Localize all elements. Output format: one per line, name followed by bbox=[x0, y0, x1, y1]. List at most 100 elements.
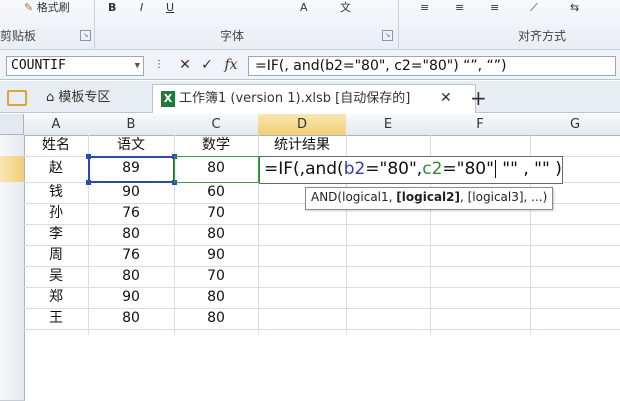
edit-text-part: "" , "" ) bbox=[496, 159, 562, 179]
bold-button[interactable]: B bbox=[108, 0, 116, 16]
underline-button[interactable]: U bbox=[166, 0, 174, 16]
edit-text-part: =IF(,and( bbox=[264, 159, 344, 179]
row-header[interactable] bbox=[0, 156, 25, 183]
column-header-d[interactable]: D bbox=[258, 114, 347, 136]
align-middle-button[interactable]: ≡ bbox=[455, 0, 464, 16]
edit-text-part: ="80", bbox=[365, 159, 423, 179]
name-box-value: COUNTIF bbox=[11, 58, 66, 73]
tooltip-current-arg: [logical2] bbox=[396, 190, 460, 204]
enter-icon[interactable]: ✓ bbox=[198, 55, 216, 75]
alignment-group-label: 对齐方式 bbox=[518, 29, 567, 43]
formula-input[interactable]: =IF(, and(b2="80", c2="80") “”, “”) bbox=[248, 56, 616, 76]
tab-workbook-label: 工作簿1 (version 1).xlsb [自动保存的] bbox=[179, 91, 411, 106]
font-group-label: 字体 bbox=[220, 29, 245, 43]
chevron-down-icon[interactable]: ▼ bbox=[135, 57, 140, 75]
column-header-e[interactable]: E bbox=[346, 114, 431, 136]
row-header[interactable] bbox=[0, 266, 25, 288]
insert-function-icon[interactable]: fx bbox=[220, 55, 242, 75]
column-header-a[interactable]: A bbox=[24, 114, 89, 136]
cell-c3[interactable]: 60 bbox=[174, 182, 258, 203]
format-painter-label: 格式刷 bbox=[36, 1, 70, 14]
cell-b4[interactable]: 76 bbox=[88, 203, 174, 224]
close-tab-icon[interactable]: ✕ bbox=[440, 84, 456, 112]
function-tooltip[interactable]: AND(logical1, [logical2], [logical3], ..… bbox=[305, 187, 554, 210]
resize-handle[interactable] bbox=[86, 180, 91, 185]
ribbon: ✎ 格式刷 B I U A 文 ≡ ≡ ≡ ⟋ ⇆ 剪贴板 ↘ 字体 ↘ 对齐方… bbox=[0, 0, 620, 50]
cell-b9[interactable]: 80 bbox=[88, 308, 174, 329]
cell-a1[interactable]: 姓名 bbox=[24, 135, 88, 156]
tooltip-rest: , [logical3], ...) bbox=[460, 190, 548, 204]
row-header[interactable] bbox=[0, 135, 25, 157]
cell-a2[interactable]: 赵 bbox=[24, 158, 88, 179]
align-top-button[interactable]: ≡ bbox=[420, 0, 429, 16]
document-tab-bar: ⌂ 模板专区 X 工作簿1 (version 1).xlsb [自动保存的] ✕ … bbox=[0, 81, 620, 113]
tab-workbook[interactable]: X 工作簿1 (version 1).xlsb [自动保存的] bbox=[152, 84, 476, 113]
row-header[interactable] bbox=[0, 245, 25, 267]
row-header[interactable] bbox=[0, 308, 25, 330]
cell-a3[interactable]: 钱 bbox=[24, 182, 88, 203]
font-launcher-icon[interactable]: ↘ bbox=[382, 30, 393, 41]
row-header[interactable] bbox=[0, 224, 25, 246]
cell-c8[interactable]: 80 bbox=[174, 287, 258, 308]
row-header[interactable] bbox=[0, 203, 25, 225]
cell-d2-editor[interactable]: =IF(,and(b2="80",c2="80" "" , "" ) bbox=[259, 156, 563, 184]
cell-b6[interactable]: 76 bbox=[88, 245, 174, 266]
cell-c1[interactable]: 数学 bbox=[174, 135, 258, 156]
text-caret bbox=[494, 160, 496, 178]
cell-a5[interactable]: 李 bbox=[24, 224, 88, 245]
clipboard-launcher-icon[interactable]: ↘ bbox=[80, 30, 91, 41]
resize-handle[interactable] bbox=[86, 154, 91, 159]
tab-template-zone[interactable]: ⌂ 模板专区 bbox=[38, 84, 158, 112]
cell-c5[interactable]: 80 bbox=[174, 224, 258, 245]
tab-template-label: 模板专区 bbox=[58, 90, 111, 105]
clipboard-group-label: 剪贴板 bbox=[0, 29, 37, 43]
select-all-corner[interactable] bbox=[0, 114, 24, 135]
brush-icon: ✎ bbox=[24, 1, 34, 14]
tooltip-fn: AND(logical1, bbox=[311, 190, 397, 204]
home-icon: ⌂ bbox=[46, 90, 55, 105]
cell-b1[interactable]: 语文 bbox=[88, 135, 174, 156]
cell-b7[interactable]: 80 bbox=[88, 266, 174, 287]
phonetic-button[interactable]: 文 bbox=[340, 0, 351, 16]
edit-ref-c2: c2 bbox=[422, 159, 443, 179]
edit-ref-b2: b2 bbox=[343, 159, 366, 179]
cell-a9[interactable]: 王 bbox=[24, 308, 88, 329]
gridline bbox=[24, 329, 620, 330]
cell-b5[interactable]: 80 bbox=[88, 224, 174, 245]
excel-file-icon: X bbox=[161, 90, 175, 107]
ribbon-separator bbox=[94, 0, 95, 50]
cell-c6[interactable]: 90 bbox=[174, 245, 258, 266]
italic-button[interactable]: I bbox=[140, 0, 143, 16]
edit-text-part: ="80" bbox=[442, 159, 494, 179]
cell-a8[interactable]: 郑 bbox=[24, 287, 88, 308]
b2-reference-highlight bbox=[88, 156, 175, 183]
cell-c4[interactable]: 70 bbox=[174, 203, 258, 224]
wrap-text-button[interactable]: ⇆ bbox=[570, 0, 579, 16]
cell-a4[interactable]: 孙 bbox=[24, 203, 88, 224]
font-color-button[interactable]: A bbox=[300, 0, 308, 16]
cell-c7[interactable]: 70 bbox=[174, 266, 258, 287]
cell-d1[interactable]: 统计结果 bbox=[258, 135, 346, 156]
row-header[interactable] bbox=[0, 287, 25, 309]
column-header-c[interactable]: C bbox=[174, 114, 259, 136]
cell-b3[interactable]: 90 bbox=[88, 182, 174, 203]
name-box[interactable]: COUNTIF ▼ bbox=[6, 56, 144, 76]
ribbon-separator bbox=[398, 0, 399, 50]
cell-c9[interactable]: 80 bbox=[174, 308, 258, 329]
orientation-button[interactable]: ⟋ bbox=[530, 0, 538, 16]
cancel-icon[interactable]: ✕ bbox=[176, 55, 194, 75]
cell-b8[interactable]: 90 bbox=[88, 287, 174, 308]
row-header[interactable] bbox=[0, 182, 25, 204]
cell-a6[interactable]: 周 bbox=[24, 245, 88, 266]
format-painter-button[interactable]: ✎ 格式刷 bbox=[24, 0, 70, 16]
align-bottom-button[interactable]: ≡ bbox=[490, 0, 499, 16]
formula-bar: COUNTIF ▼ ⋮ ✕ ✓ fx =IF(, and(b2="80", c2… bbox=[0, 50, 620, 80]
add-tab-icon[interactable]: + bbox=[470, 84, 488, 112]
column-header-b[interactable]: B bbox=[88, 114, 175, 136]
column-header-g[interactable]: G bbox=[530, 114, 620, 136]
c2-reference-highlight bbox=[174, 156, 259, 183]
column-header-f[interactable]: F bbox=[430, 114, 531, 136]
row-header[interactable] bbox=[0, 329, 25, 401]
folder-icon[interactable] bbox=[7, 90, 27, 106]
cell-a7[interactable]: 吴 bbox=[24, 266, 88, 287]
